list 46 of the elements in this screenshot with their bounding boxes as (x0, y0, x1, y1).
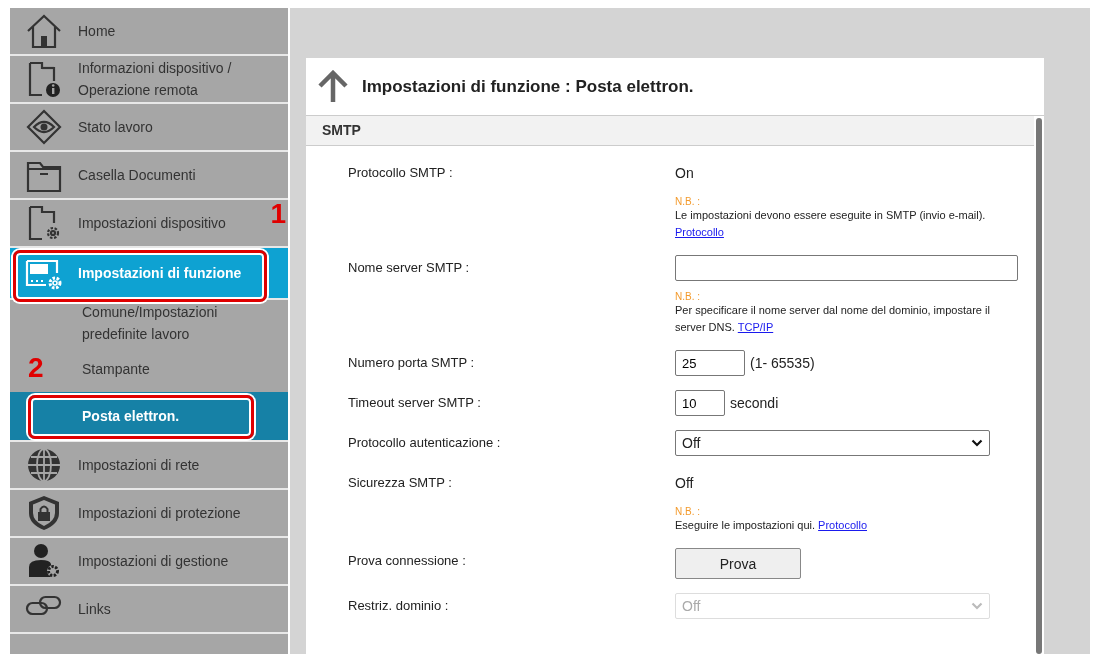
input-field[interactable]: 25 (675, 350, 745, 376)
link[interactable]: TCP/IP (737, 321, 774, 333)
menu-item[interactable]: Home (10, 8, 288, 56)
unit-label: (1- 65535) (750, 355, 815, 371)
input-field[interactable] (675, 255, 1018, 281)
note-heading: N.B. : (675, 291, 701, 302)
menu-item[interactable]: Casella Documenti (10, 152, 288, 200)
note-text: Per specificare il nome server dal nome del dominio, impostare il server DNS. TCP/IP (675, 303, 991, 335)
field-label: Numero porta SMTP : (347, 354, 476, 372)
dropdown: Off (675, 593, 990, 619)
unit-label: secondi (730, 395, 779, 411)
note-text: Le impostazioni devono essere eseguite in SMTP (invio e-mail). Protocollo (675, 207, 986, 241)
field-value: Off (675, 475, 694, 491)
field-label: Restriz. dominio : (347, 597, 450, 615)
menu-item[interactable]: Impostazioni di rete (10, 442, 288, 490)
menu-item[interactable]: Impostazioni di protezione (10, 490, 288, 538)
section-header: SMTP (306, 116, 1034, 146)
chevron-down-icon (971, 602, 983, 610)
submenu-item[interactable]: Stampante (70, 346, 288, 392)
menu-item[interactable]: Links (10, 586, 288, 634)
menu-item[interactable]: Informazioni dispositivo / Operazione remota (10, 56, 288, 104)
field-label: Prova connessione : (347, 552, 467, 570)
dropdown[interactable]: Off (675, 430, 990, 456)
page-title: Impostazioni di funzione : Posta elettron. (362, 76, 694, 97)
note-heading: N.B. : (675, 506, 701, 517)
note-heading: N.B. : (675, 196, 701, 207)
field-label: Protocollo SMTP : (347, 164, 454, 182)
link[interactable]: Protocollo (675, 224, 724, 241)
link[interactable]: Protocollo (818, 519, 867, 531)
note-text: Eseguire le impostazioni qui. Protocollo (675, 518, 867, 533)
submenu-item[interactable]: Comune/Impostazioni predefinite lavoro (70, 300, 288, 346)
up-arrow-icon[interactable] (316, 69, 350, 104)
test-button[interactable]: Prova (675, 548, 801, 579)
field-value: On (675, 165, 694, 181)
step-number: 2 (28, 352, 44, 384)
input-field[interactable]: 10 (675, 390, 725, 416)
step-number: 1 (270, 198, 286, 230)
chevron-down-icon (971, 439, 983, 447)
field-label: Sicurezza SMTP : (347, 474, 453, 492)
field-label: Timeout server SMTP : (347, 394, 482, 412)
field-label: Protocollo autenticazione : (347, 434, 502, 452)
field-label: Nome server SMTP : (347, 259, 471, 277)
scrollbar[interactable] (1036, 118, 1042, 654)
menu-item[interactable]: Stato lavoro (10, 104, 288, 152)
menu-item[interactable]: Impostazioni di gestione (10, 538, 288, 586)
eye-icon (24, 107, 64, 147)
